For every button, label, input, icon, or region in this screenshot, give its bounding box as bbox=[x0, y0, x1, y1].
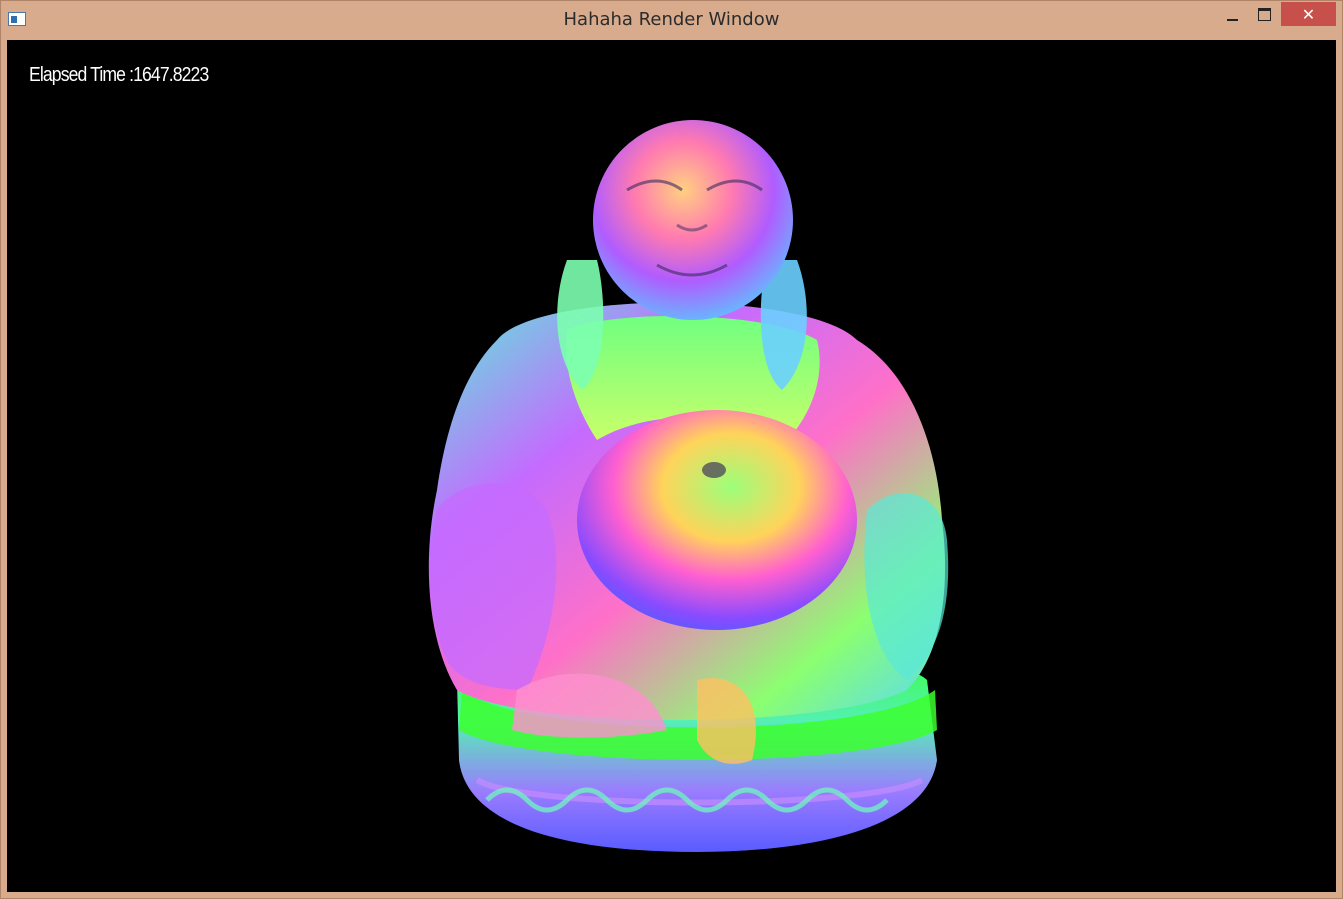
render-window: Hahaha Render Window ✕ Elapsed Time :164… bbox=[0, 0, 1343, 899]
minimize-button[interactable] bbox=[1217, 2, 1247, 26]
buddha-statue-render bbox=[428, 120, 949, 852]
close-icon: ✕ bbox=[1301, 4, 1316, 24]
maximize-button[interactable] bbox=[1249, 2, 1279, 26]
title-bar[interactable]: Hahaha Render Window ✕ bbox=[1, 1, 1342, 39]
close-button[interactable]: ✕ bbox=[1281, 2, 1336, 26]
render-viewport[interactable]: Elapsed Time :1647.8223 bbox=[7, 40, 1336, 892]
window-title: Hahaha Render Window bbox=[563, 9, 780, 30]
